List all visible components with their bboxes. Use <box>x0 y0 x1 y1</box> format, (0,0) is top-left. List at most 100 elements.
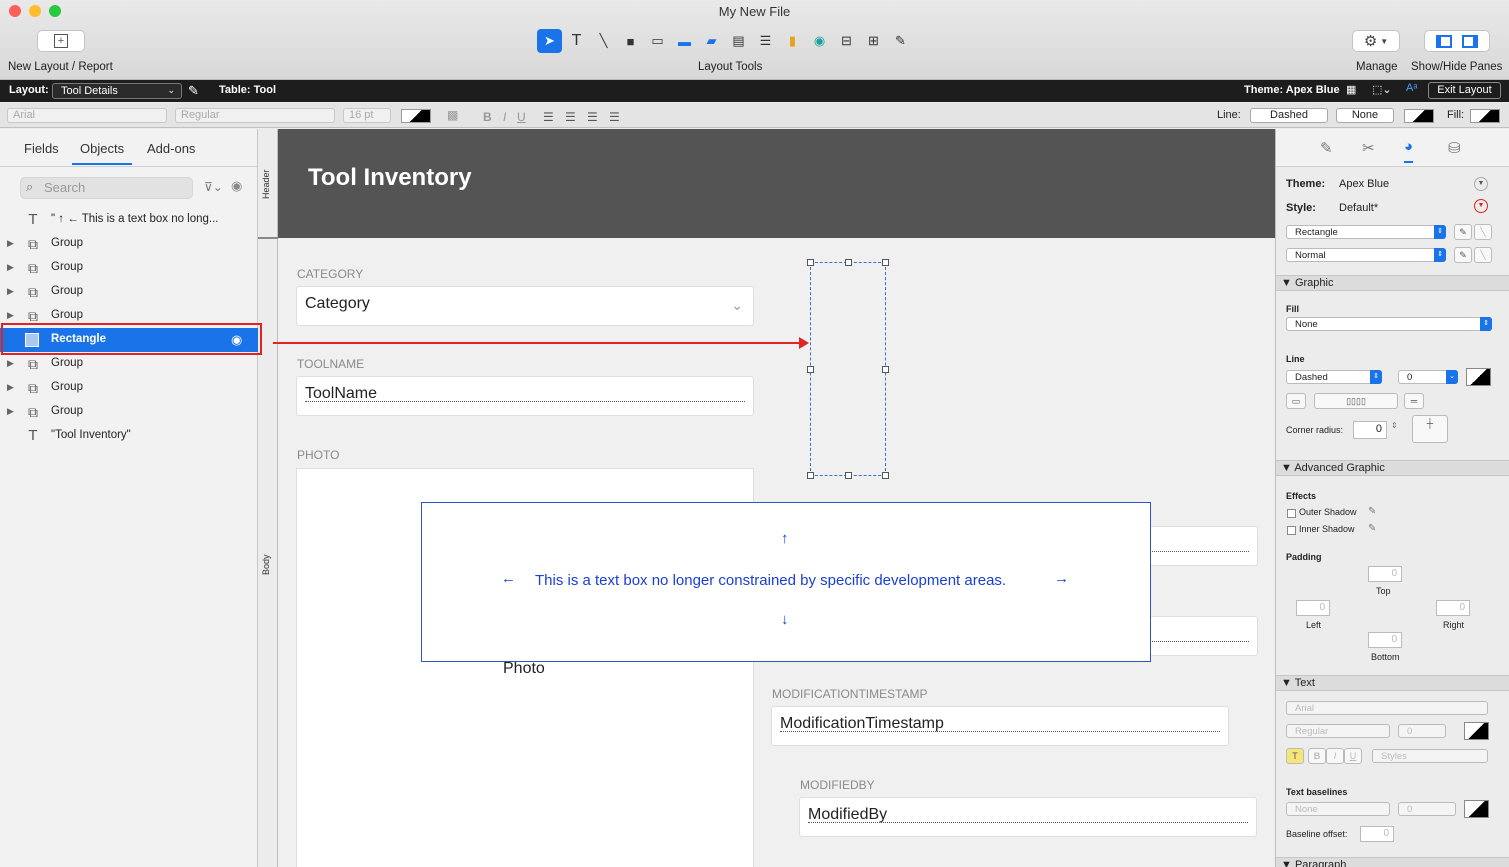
inner-shadow-checkbox[interactable] <box>1287 526 1296 535</box>
text-section-header[interactable]: ▼ Text <box>1276 675 1509 691</box>
category-field[interactable]: Category ⌄ <box>296 286 754 326</box>
paragraph-section-header[interactable]: ▼ Paragraph <box>1276 857 1509 867</box>
theme-icon[interactable]: ▦ <box>1346 83 1356 96</box>
tab-fields[interactable]: Fields <box>24 141 59 156</box>
new-layout-button[interactable]: + <box>37 30 85 52</box>
tab-control-tool-icon[interactable]: ▤ <box>726 29 751 53</box>
resize-handle[interactable] <box>807 472 814 479</box>
filter-icon[interactable]: ⊽⌄ <box>204 180 223 194</box>
highlight-icon[interactable]: ▩ <box>447 108 458 122</box>
list-item[interactable]: ▶ ⧉ Group <box>0 376 258 400</box>
appearance-tab-icon[interactable]: ◕ <box>1404 138 1414 163</box>
disclosure-triangle-icon[interactable]: ▶ <box>7 358 14 369</box>
outer-shadow-checkbox[interactable] <box>1287 509 1296 518</box>
edit-outer-shadow-icon[interactable]: ✎ <box>1368 506 1376 517</box>
layout-title-text[interactable]: Tool Inventory <box>308 164 472 192</box>
line-style-select[interactable]: Dashed ⇕ <box>1286 370 1382 384</box>
list-item[interactable]: ▶ ⧉ Group <box>0 352 258 376</box>
tab-add-ons[interactable]: Add-ons <box>147 141 195 156</box>
eye-icon[interactable]: ◉ <box>231 178 242 194</box>
pick-style-icon[interactable]: ✎ <box>1454 224 1472 240</box>
font-style-select[interactable]: Regular <box>175 108 335 123</box>
resize-handle[interactable] <box>882 472 889 479</box>
field-picker-icon[interactable]: ⊟ <box>834 29 859 53</box>
text-style-select[interactable]: Regular <box>1286 724 1390 738</box>
list-item[interactable]: ▶ ⧉ Group <box>0 256 258 280</box>
font-size-select[interactable]: 16 pt <box>343 108 391 123</box>
align-right-icon[interactable]: ☰ <box>587 110 598 124</box>
underline-icon[interactable]: U <box>517 110 526 124</box>
fill-select[interactable]: None ⇕ <box>1286 317 1492 331</box>
disclosure-triangle-icon[interactable]: ▶ <box>7 262 14 273</box>
padding-bottom-input[interactable]: 0 <box>1368 632 1402 648</box>
baseline-color-swatch[interactable] <box>1464 800 1489 818</box>
baselines-select[interactable]: None <box>1286 802 1390 816</box>
baseline-offset-input[interactable]: 0 <box>1360 826 1394 842</box>
text-font-select[interactable]: Arial <box>1286 701 1488 715</box>
free-text-box[interactable]: ↑ ← This is a text box no longer constra… <box>421 502 1151 662</box>
text-size-select[interactable]: 0 <box>1398 724 1446 738</box>
modified-by-field[interactable]: ModifiedBy <box>799 797 1257 837</box>
insert-icon[interactable]: ⊞ <box>861 29 886 53</box>
body-part-label[interactable]: Body <box>261 554 271 575</box>
border-none-icon[interactable]: ▭ <box>1286 393 1306 409</box>
padding-right-input[interactable]: 0 <box>1436 600 1470 616</box>
line-width-select[interactable]: None <box>1336 108 1394 123</box>
disclosure-triangle-icon[interactable]: ▶ <box>7 286 14 297</box>
left-pane-icon[interactable] <box>1436 34 1452 48</box>
object-bounds-icon[interactable]: ⬚⌄ <box>1372 83 1392 96</box>
button-bar-tool-icon[interactable]: ▰ <box>699 29 724 53</box>
edit-layout-icon[interactable]: ✎ <box>188 83 199 99</box>
advanced-graphic-section-header[interactable]: ▼ Advanced Graphic <box>1276 460 1509 476</box>
web-viewer-tool-icon[interactable]: ◉ <box>807 29 832 53</box>
exit-layout-button[interactable]: Exit Layout <box>1428 82 1501 99</box>
styles-tab-icon[interactable]: ✂ <box>1362 139 1375 157</box>
list-item[interactable]: T " ↑ ← This is a text box no long... <box>0 208 258 232</box>
right-pane-icon[interactable] <box>1462 34 1478 48</box>
position-tab-icon[interactable]: ✎ <box>1320 139 1333 157</box>
clear-state-icon[interactable]: ╲ <box>1474 247 1492 263</box>
modified-by-label[interactable]: MODIFIEDBY <box>800 778 875 792</box>
underline-icon[interactable]: U <box>1344 748 1362 764</box>
edit-inner-shadow-icon[interactable]: ✎ <box>1368 523 1376 534</box>
resize-handle[interactable] <box>807 366 814 373</box>
list-item[interactable]: T "Tool Inventory" <box>0 424 258 448</box>
border-inner-icon[interactable]: ═ <box>1404 393 1424 409</box>
disclosure-triangle-icon[interactable]: ▶ <box>7 382 14 393</box>
button-tool-icon[interactable]: ▬ <box>672 29 697 53</box>
text-color-swatch[interactable] <box>401 109 431 123</box>
hidden-field-1[interactable] <box>1138 526 1258 566</box>
pick-state-icon[interactable]: ✎ <box>1454 247 1472 263</box>
resize-handle[interactable] <box>882 366 889 373</box>
corner-radius-input[interactable]: 0 <box>1353 421 1387 439</box>
pointer-tool-icon[interactable]: ➤ <box>537 29 562 53</box>
header-part-label[interactable]: Header <box>261 169 271 199</box>
line-color-swatch[interactable] <box>1466 368 1491 386</box>
italic-icon[interactable]: I <box>1326 748 1344 764</box>
resize-handle[interactable] <box>807 259 814 266</box>
modification-timestamp-label[interactable]: MODIFICATIONTIMESTAMP <box>772 687 928 701</box>
padding-left-input[interactable]: 0 <box>1296 600 1330 616</box>
highlight-text-icon[interactable]: T <box>1286 748 1304 764</box>
justify-icon[interactable]: ☰ <box>609 110 620 124</box>
category-label[interactable]: CATEGORY <box>297 267 363 281</box>
tab-objects[interactable]: Objects <box>72 141 133 165</box>
list-item[interactable]: ▶ ⧉ Group <box>0 280 258 304</box>
chart-tool-icon[interactable]: ▮ <box>780 29 805 53</box>
object-state-select[interactable]: Normal ⇕ <box>1286 248 1446 262</box>
resize-handle[interactable] <box>845 472 852 479</box>
corner-radius-stepper-icon[interactable]: ⇕ <box>1391 421 1398 430</box>
line-width-select[interactable]: 0 ⌄ <box>1398 370 1458 384</box>
disclosure-triangle-icon[interactable]: ▶ <box>7 406 14 417</box>
corner-selector-icon[interactable]: ┼ <box>1412 415 1448 443</box>
fill-color-swatch[interactable] <box>1470 109 1500 123</box>
padding-top-input[interactable]: 0 <box>1368 566 1402 582</box>
baselines-size-select[interactable]: 0 <box>1398 802 1456 816</box>
style-menu-icon[interactable]: ▼ <box>1474 199 1488 213</box>
layout-select[interactable]: Tool Details ⌄ <box>52 83 182 99</box>
text-tool-icon[interactable]: T <box>564 29 589 53</box>
bold-icon[interactable]: B <box>483 110 492 124</box>
font-select[interactable]: Arial <box>7 108 167 123</box>
line-style-select[interactable]: Dashed <box>1250 108 1328 123</box>
theme-menu-icon[interactable]: ▼ <box>1474 177 1488 191</box>
